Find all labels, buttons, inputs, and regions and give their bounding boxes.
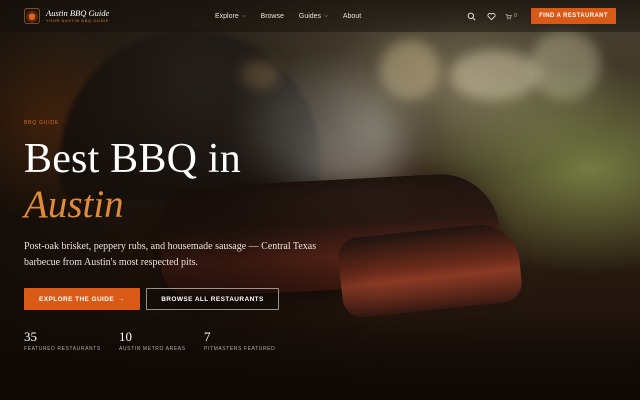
top-nav: Austin BBQ Guide YOUR AUSTIN BBQ GUIDE E… — [0, 0, 640, 32]
search-icon[interactable] — [465, 10, 477, 22]
stat-value: 35 — [24, 329, 37, 344]
stat-label: FEATURED RESTAURANTS — [24, 346, 101, 352]
brand-logo — [24, 8, 40, 24]
nav-actions: 0 FIND A RESTAURANT — [465, 0, 616, 32]
stat-label: AUSTIN METRO AREAS — [119, 346, 186, 352]
stat-value: 7 — [204, 329, 211, 344]
hero-title: Best BBQ in — [24, 136, 241, 182]
cart-button[interactable]: 0 — [505, 13, 517, 20]
hero-eyebrow: BBQ GUIDE — [24, 120, 59, 126]
nav-explore-label: Explore — [215, 12, 239, 20]
nav-browse[interactable]: Browse — [261, 13, 284, 20]
cart-icon — [505, 13, 512, 20]
nav-guides[interactable]: Guides ⌵ — [299, 13, 328, 20]
nav-browse-label: Browse — [260, 12, 284, 20]
brand-text: Austin BBQ Guide YOUR AUSTIN BBQ GUIDE — [46, 9, 109, 24]
bokeh-light — [450, 50, 540, 100]
nav-about-label: About — [342, 12, 362, 20]
bokeh-light — [380, 40, 440, 100]
nav-explore[interactable]: Explore ⌵ — [215, 13, 246, 20]
stat-label: PITMASTERS FEATURED — [204, 346, 276, 352]
heart-icon[interactable] — [485, 10, 497, 22]
explore-guide-button[interactable]: EXPLORE THE GUIDE → — [24, 288, 140, 310]
stat-metro-areas: 10 AUSTIN METRO AREAS — [119, 329, 204, 353]
chevron-down-icon: ⌵ — [324, 13, 328, 19]
hero-description: Post-oak brisket, peppery rubs, and hous… — [24, 241, 317, 268]
stat-pitmasters: 7 PITMASTERS FEATURED — [204, 329, 276, 353]
bokeh-light — [530, 30, 600, 100]
brand-name: Austin BBQ Guide — [46, 7, 110, 18]
brand-tagline: YOUR AUSTIN BBQ GUIDE — [46, 18, 110, 24]
stat-value: 10 — [119, 329, 132, 344]
cart-count: 0 — [514, 13, 518, 19]
brand-home-link[interactable]: Austin BBQ Guide YOUR AUSTIN BBQ GUIDE — [24, 8, 109, 24]
hero-title-accent: Austin — [24, 183, 124, 226]
nav-links: Explore ⌵ Browse Guides ⌵ About — [215, 0, 361, 32]
find-restaurant-button[interactable]: FIND A RESTAURANT — [531, 8, 616, 24]
hero-stats: 35 FEATURED RESTAURANTS 10 AUSTIN METRO … — [24, 329, 276, 353]
explore-guide-label: EXPLORE THE GUIDE — [39, 295, 115, 303]
stat-featured-restaurants: 35 FEATURED RESTAURANTS — [24, 329, 119, 353]
nav-about[interactable]: About — [343, 13, 361, 20]
browse-restaurants-button[interactable]: BROWSE ALL RESTAURANTS — [146, 288, 279, 310]
chevron-down-icon: ⌵ — [241, 13, 246, 19]
arrow-right-icon: → — [118, 295, 125, 303]
nav-guides-label: Guides — [298, 12, 322, 20]
